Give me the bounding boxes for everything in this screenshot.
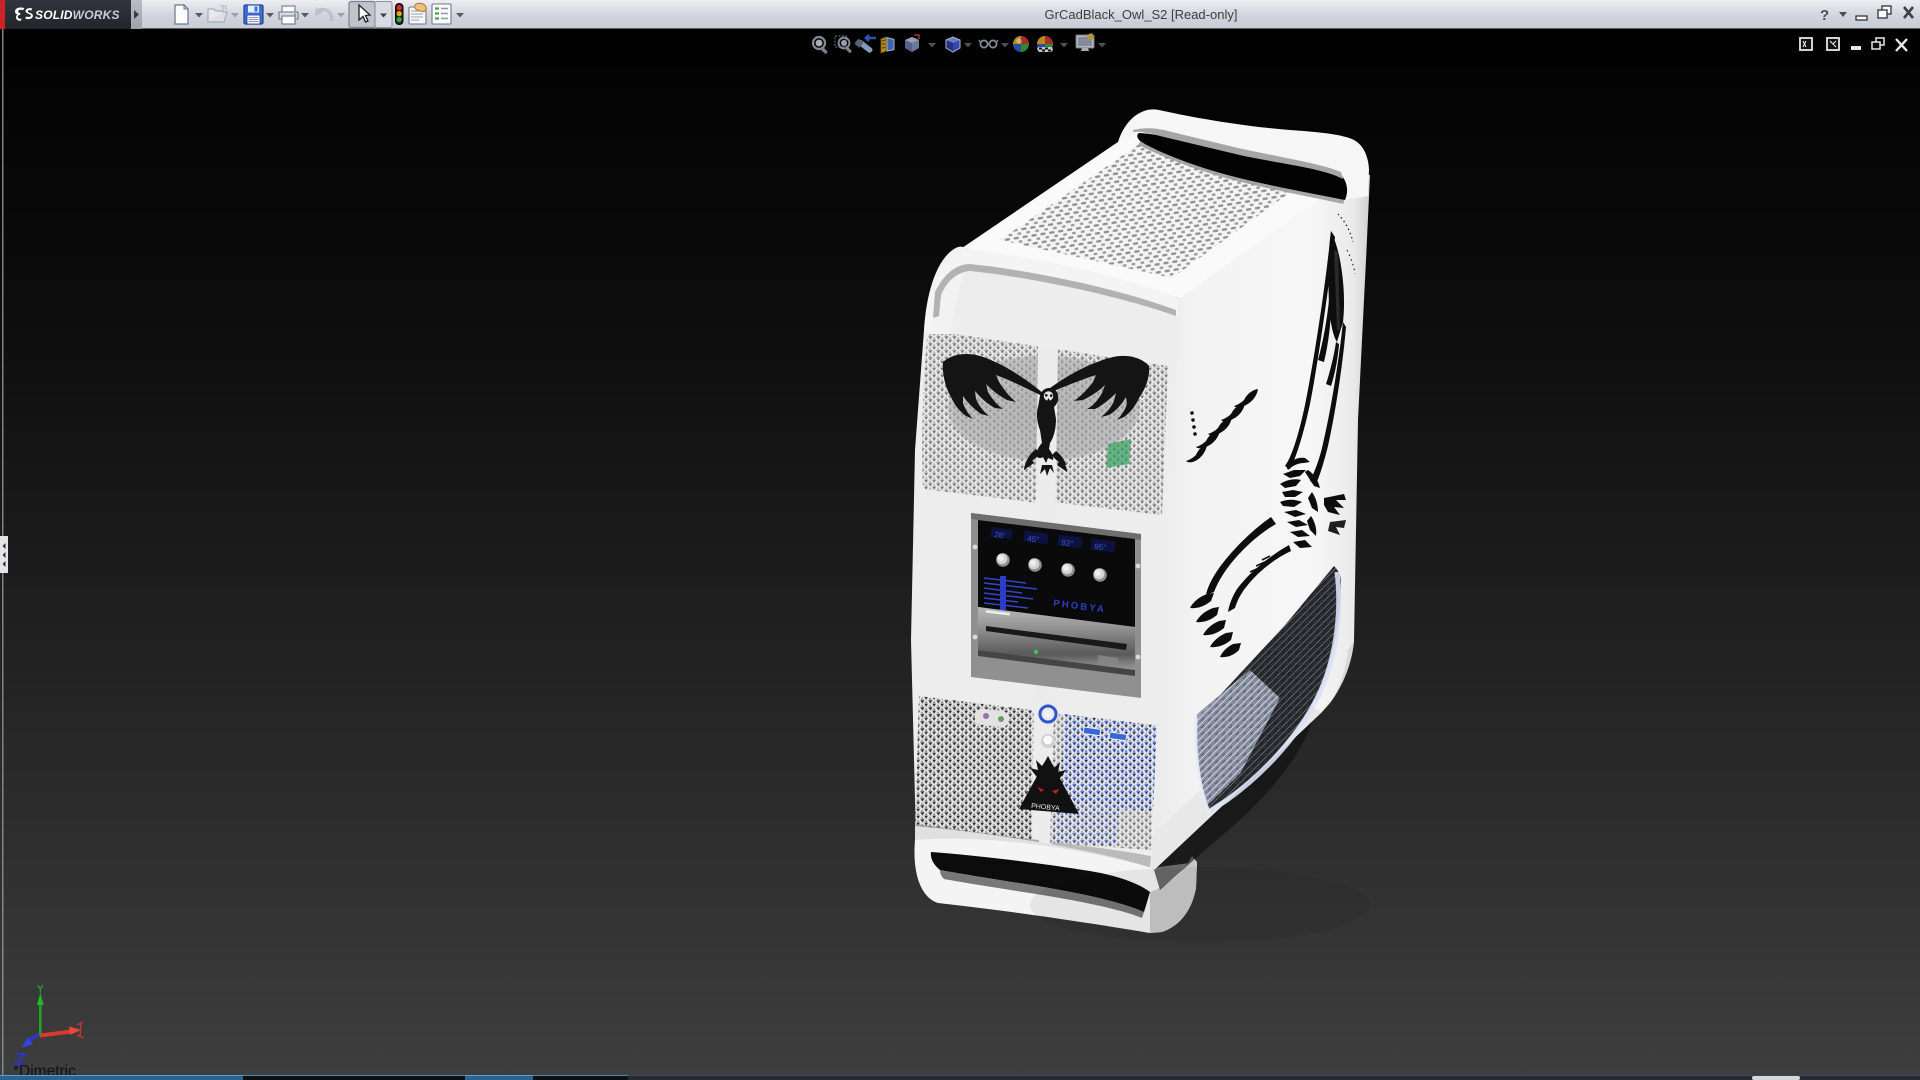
- svg-text:45": 45": [1027, 534, 1040, 544]
- svg-text:28': 28': [994, 530, 1006, 540]
- svg-text:*Dimetric: *Dimetric: [13, 1063, 76, 1075]
- svg-text:95": 95": [1094, 542, 1107, 552]
- svg-text:92": 92": [1061, 538, 1074, 548]
- svg-text:?: ?: [1820, 7, 1829, 24]
